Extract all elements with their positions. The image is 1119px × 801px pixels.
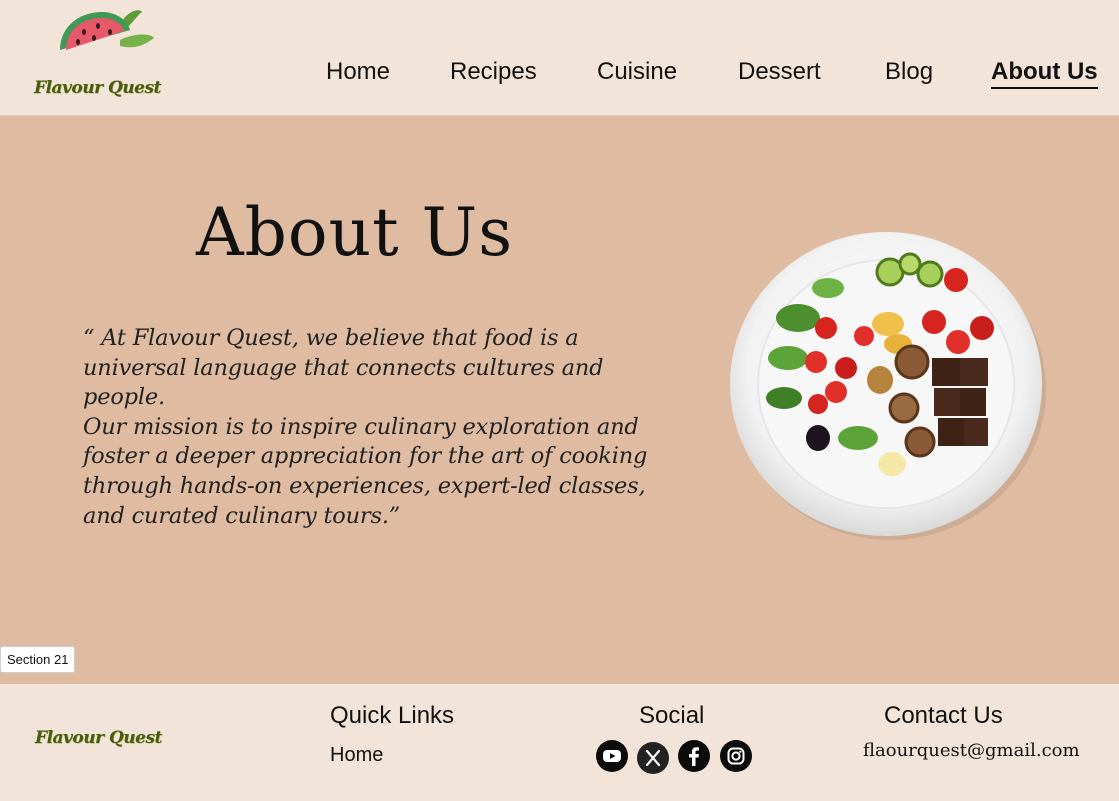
nav-recipes[interactable]: Recipes [450,58,537,86]
site-header: Flavour Quest Home Recipes Cuisine Desse… [0,0,1119,116]
nav-dessert[interactable]: Dessert [738,58,821,86]
nav-cuisine[interactable]: Cuisine [597,58,677,86]
quote-paragraph-1: “ At Flavour Quest, we believe that food… [83,325,604,411]
nav-blog[interactable]: Blog [885,58,933,86]
facebook-icon[interactable] [678,740,710,772]
footer-logo-text[interactable]: Flavour Quest [35,728,162,748]
nav-home[interactable]: Home [326,58,390,86]
site-footer: Flavour Quest Quick Links Home Social Co… [0,684,1119,801]
instagram-icon[interactable] [720,740,752,772]
main-nav: Home Recipes Cuisine Dessert Blog About … [0,58,1119,94]
mission-quote: “ At Flavour Quest, we believe that food… [83,324,663,531]
footer-link-home[interactable]: Home [330,744,383,767]
nav-about-us[interactable]: About Us [991,58,1098,89]
about-section: About Us “ At Flavour Quest, we believe … [0,116,1119,684]
contact-heading: Contact Us [884,702,1003,729]
quick-links-heading: Quick Links [330,702,455,729]
x-icon[interactable] [637,742,669,774]
page-title: About Us [196,194,514,271]
quote-paragraph-2: Our mission is to inspire culinary explo… [83,413,648,529]
youtube-icon[interactable] [596,740,628,772]
social-heading: Social [639,702,705,729]
contact-email[interactable]: flaourquest@gmail.com [863,740,1080,761]
section-label: Section 21 [0,646,76,673]
food-plate-image [728,228,1048,544]
